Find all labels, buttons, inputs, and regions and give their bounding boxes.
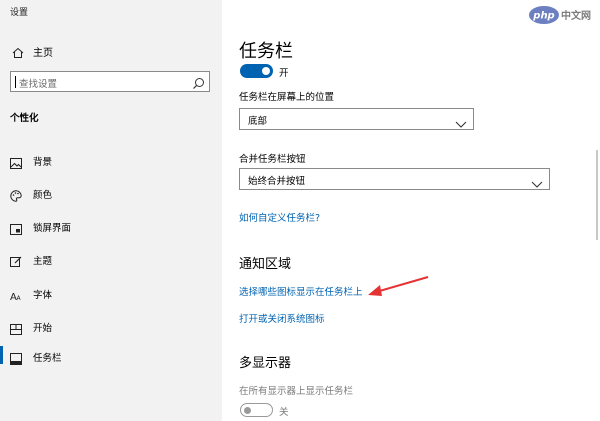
theme-icon	[10, 253, 22, 272]
chevron-down-icon	[455, 114, 467, 133]
select-value: 底部	[248, 116, 268, 127]
sidebar: 设置 主页 查找设置 个性化 背景 颜色 锁屏界面 主题 A A 字体 开始 任…	[0, 0, 222, 421]
position-label: 任务栏在屏幕上的位置	[239, 92, 335, 103]
palette-icon	[10, 187, 22, 206]
sidebar-item-label: 字体	[33, 290, 53, 301]
show-taskbar-all-displays-label: 在所有显示器上显示任务栏	[239, 386, 354, 397]
chevron-down-icon	[531, 174, 543, 193]
home-icon	[12, 44, 24, 63]
sidebar-item-label: 主题	[33, 256, 53, 267]
sidebar-item-colors[interactable]: 颜色	[0, 181, 222, 205]
sidebar-item-themes[interactable]: 主题	[0, 247, 222, 271]
sidebar-item-taskbar[interactable]: 任务栏	[0, 344, 222, 368]
sidebar-item-lock-screen[interactable]: 锁屏界面	[0, 214, 222, 238]
all-displays-toggle[interactable]	[240, 403, 273, 417]
annotation-arrow-icon	[368, 276, 429, 296]
lock-screen-icon	[10, 220, 22, 239]
app-title: 设置	[10, 8, 29, 18]
svg-text:php: php	[532, 11, 554, 22]
svg-text:A: A	[17, 295, 22, 302]
php-cn-logo: php 中文网	[529, 6, 591, 24]
sidebar-item-fonts[interactable]: AA 字体	[0, 281, 222, 305]
active-indicator	[0, 346, 3, 364]
sidebar-item-label: 任务栏	[33, 353, 62, 364]
page-title: 任务栏	[239, 41, 293, 62]
toggle-knob	[262, 67, 270, 75]
position-select[interactable]: 底部	[239, 108, 474, 130]
svg-text:中文网: 中文网	[561, 9, 591, 22]
sidebar-item-label: 背景	[33, 157, 53, 168]
combine-label: 合并任务栏按钮	[239, 154, 306, 165]
sidebar-item-start[interactable]: 开始	[0, 314, 222, 338]
text-caret	[15, 76, 16, 88]
sidebar-item-home[interactable]: 主页	[0, 40, 222, 62]
search-input[interactable]: 查找设置	[10, 71, 210, 92]
toggle-state-label: 关	[279, 407, 289, 418]
sidebar-item-label: 开始	[33, 323, 53, 334]
toggle-state-label: 开	[279, 68, 289, 79]
start-icon	[10, 320, 22, 339]
multiple-displays-heading: 多显示器	[239, 356, 292, 371]
main-content: 任务栏 开 任务栏在屏幕上的位置 底部 合并任务栏按钮 始终合并按钮 如何自定义…	[222, 0, 600, 421]
sidebar-item-label: 颜色	[33, 190, 53, 201]
toggle-knob	[244, 406, 251, 414]
select-value: 始终合并按钮	[248, 176, 306, 187]
sidebar-item-background[interactable]: 背景	[0, 148, 222, 172]
notification-area-heading: 通知区域	[239, 257, 292, 272]
taskbar-icon	[10, 350, 22, 369]
choose-icons-link[interactable]: 选择哪些图标显示在任务栏上	[239, 284, 363, 298]
customize-taskbar-link[interactable]: 如何自定义任务栏?	[239, 210, 320, 224]
search-placeholder: 查找设置	[19, 79, 58, 90]
sidebar-item-label: 主页	[33, 48, 53, 59]
sidebar-item-label: 锁屏界面	[33, 223, 72, 234]
taskbar-lock-toggle[interactable]	[240, 64, 273, 78]
system-icons-link[interactable]: 打开或关闭系统图标	[239, 311, 325, 325]
font-icon: AA	[10, 287, 22, 306]
search-icon[interactable]	[192, 75, 205, 94]
combine-select[interactable]: 始终合并按钮	[239, 168, 550, 190]
image-icon	[10, 154, 22, 173]
scrollbar[interactable]	[596, 150, 598, 240]
section-title: 个性化	[10, 113, 39, 124]
